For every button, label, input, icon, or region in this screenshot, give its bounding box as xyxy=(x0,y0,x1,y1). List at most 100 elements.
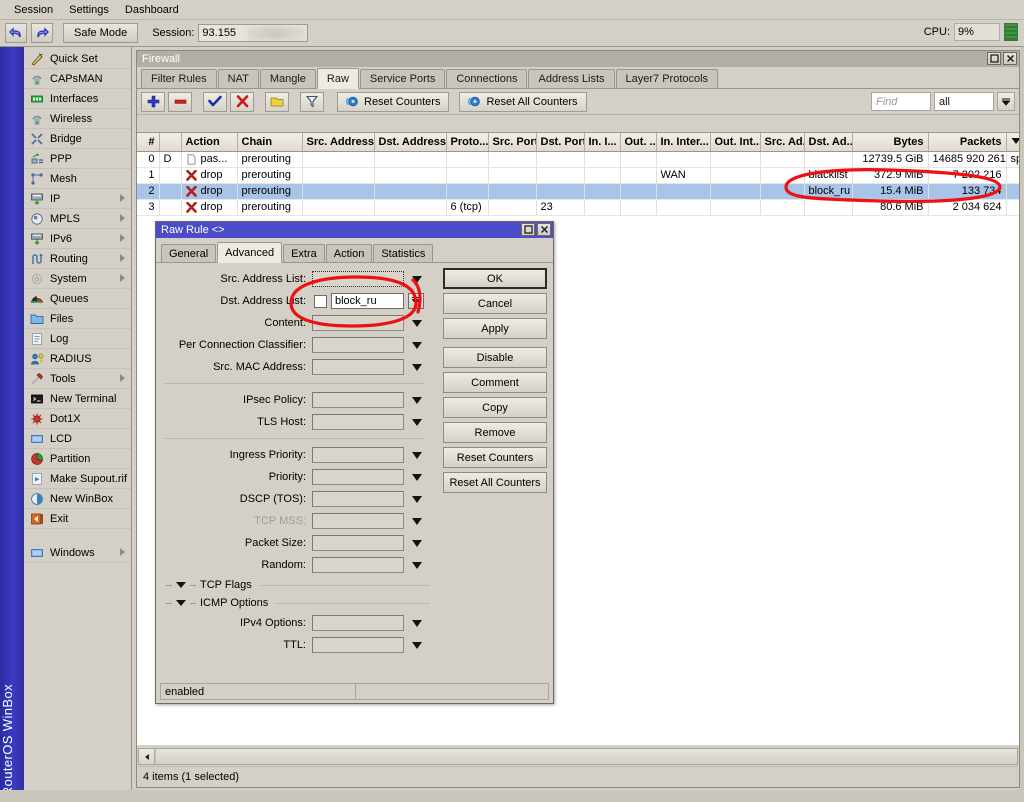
sidebar-item-ppp[interactable]: PPP xyxy=(24,149,131,169)
filter-scope-value[interactable]: all xyxy=(934,92,994,111)
undo-button[interactable] xyxy=(5,23,27,43)
sidebar-item-ipv6[interactable]: IPv6 xyxy=(24,229,131,249)
dropdown-caret-packet-size[interactable] xyxy=(412,539,422,547)
input-per-connection-classifier[interactable] xyxy=(312,337,404,353)
maximize-button[interactable] xyxy=(987,52,1001,65)
column-header-proto[interactable]: Proto... xyxy=(446,133,489,152)
column-header-action[interactable]: Action xyxy=(181,133,238,152)
column-header-src-ad[interactable]: Src. Ad... xyxy=(760,133,805,152)
tab-filter-rules[interactable]: Filter Rules xyxy=(141,69,217,88)
sidebar-item-tools[interactable]: Tools xyxy=(24,369,131,389)
sidebar-item-mesh[interactable]: Mesh xyxy=(24,169,131,189)
dropdown-caret-random[interactable] xyxy=(412,561,422,569)
dropdown-caret-priority[interactable] xyxy=(412,473,422,481)
comment-button[interactable] xyxy=(265,91,289,112)
find-input[interactable]: Find xyxy=(871,92,931,111)
sidebar-item-log[interactable]: Log xyxy=(24,329,131,349)
dropdown-caret-ipsec-policy[interactable] xyxy=(412,396,422,404)
sidebar-item-bridge[interactable]: Bridge xyxy=(24,129,131,149)
input-content[interactable] xyxy=(312,315,404,331)
horizontal-scrollbar[interactable] xyxy=(138,748,1018,765)
input-random[interactable] xyxy=(312,557,404,573)
sidebar-item-wireless[interactable]: Wireless xyxy=(24,109,131,129)
disable-button[interactable]: Disable xyxy=(443,347,547,368)
dropdown-caret-src-mac-address[interactable] xyxy=(412,363,422,371)
tab-raw[interactable]: Raw xyxy=(316,68,359,89)
dropdown-caret-ipv4-options[interactable] xyxy=(412,619,422,627)
input-priority[interactable] xyxy=(312,469,404,485)
dropdown-dst-address-list[interactable] xyxy=(408,293,424,309)
column-options-button[interactable] xyxy=(1006,133,1019,152)
column-header-out[interactable]: Out. ... xyxy=(620,133,657,152)
sidebar-item-capsman[interactable]: CAPsMAN xyxy=(24,69,131,89)
input-dscp-tos[interactable] xyxy=(312,491,404,507)
input-dst-address-list[interactable]: block_ru xyxy=(331,293,404,309)
chevron-down-icon[interactable] xyxy=(176,582,186,588)
close-button[interactable] xyxy=(1003,52,1017,65)
disable-rule-button[interactable] xyxy=(230,91,254,112)
column-header-dst-ad[interactable]: Dst. Ad... xyxy=(804,133,853,152)
copy-button[interactable]: Copy xyxy=(443,397,547,418)
group-icmp-options[interactable]: ICMP Options xyxy=(160,594,430,612)
column-header-out-int[interactable]: Out. Int... xyxy=(710,133,761,152)
input-src-mac-address[interactable] xyxy=(312,359,404,375)
remove-button[interactable]: Remove xyxy=(443,422,547,443)
column-header-dst-port[interactable]: Dst. Port xyxy=(536,133,585,152)
input-tls-host[interactable] xyxy=(312,414,404,430)
sidebar-item-mpls[interactable]: MPLS xyxy=(24,209,131,229)
tab-mangle[interactable]: Mangle xyxy=(259,69,316,88)
column-header-src-address[interactable]: Src. Address xyxy=(302,133,375,152)
ok-button[interactable]: OK xyxy=(443,268,547,289)
filter-button[interactable] xyxy=(300,91,324,112)
sidebar-item-dot1x[interactable]: Dot1X xyxy=(24,409,131,429)
comment-button[interactable]: Comment xyxy=(443,372,547,393)
enable-rule-button[interactable] xyxy=(203,91,227,112)
column-header-chain[interactable]: Chain xyxy=(237,133,303,152)
table-row[interactable]: 2 drop prerouting block_ru 15.4 MiB 133 734 xyxy=(137,183,1019,200)
sidebar-item-queues[interactable]: Queues xyxy=(24,289,131,309)
apply-button[interactable]: Apply xyxy=(443,318,547,339)
column-header-bytes[interactable]: Bytes xyxy=(852,133,929,152)
checkbox-dst-address-list[interactable] xyxy=(314,294,327,308)
reset-all-counters-button[interactable]: Reset All Counters xyxy=(443,472,547,493)
session-address-field[interactable]: 93.155 xyxy=(198,24,309,42)
input-tcp-mss[interactable] xyxy=(312,513,404,529)
menu-settings[interactable]: Settings xyxy=(61,2,117,18)
sidebar-item-radius[interactable]: RADIUS xyxy=(24,349,131,369)
filter-scope-dropdown-button[interactable] xyxy=(997,92,1015,111)
dropdown-caret-per-connection-classifier[interactable] xyxy=(412,341,422,349)
input-ttl[interactable] xyxy=(312,637,404,653)
tab-layer7-protocols[interactable]: Layer7 Protocols xyxy=(615,69,719,88)
reset-counters-button[interactable]: Reset Counters xyxy=(337,91,450,112)
sidebar-item-new-terminal[interactable]: New Terminal xyxy=(24,389,131,409)
column-header-dst-address[interactable]: Dst. Address xyxy=(374,133,447,152)
tab-nat[interactable]: NAT xyxy=(217,69,259,88)
add-rule-button[interactable] xyxy=(141,91,165,112)
sidebar-item-system[interactable]: System xyxy=(24,269,131,289)
sidebar-item-make-supout-rif[interactable]: Make Supout.rif xyxy=(24,469,131,489)
dropdown-caret-src-address-list[interactable] xyxy=(412,275,422,283)
sidebar-item-quick-set[interactable]: Quick Set xyxy=(24,49,131,69)
scroll-left-button[interactable] xyxy=(139,749,155,764)
remove-rule-button[interactable] xyxy=(168,91,192,112)
tab-address-lists[interactable]: Address Lists xyxy=(528,69,615,88)
scroll-thumb[interactable] xyxy=(155,749,1017,764)
dropdown-caret-ingress-priority[interactable] xyxy=(412,451,422,459)
dialog-tab-statistics[interactable]: Statistics xyxy=(373,244,434,262)
tab-connections[interactable]: Connections xyxy=(446,69,528,88)
column-header-blank-1[interactable] xyxy=(159,133,182,152)
input-ipsec-policy[interactable] xyxy=(312,392,404,408)
group-tcp-flags[interactable]: TCP Flags xyxy=(160,576,430,594)
table-row[interactable]: 0 Dpas... prerouting 12739.5 GiB 14685 920 2… xyxy=(137,151,1019,168)
sidebar-item-lcd[interactable]: LCD xyxy=(24,429,131,449)
column-header-packets[interactable]: Packets xyxy=(928,133,1007,152)
reset-all-counters-button[interactable]: Reset All Counters xyxy=(459,91,587,112)
table-row[interactable]: 1 drop prerouting WAN blacklist 372.9 MiB 7 20… xyxy=(137,167,1019,184)
reset-counters-button[interactable]: Reset Counters xyxy=(443,447,547,468)
menu-session[interactable]: Session xyxy=(6,2,61,18)
cancel-button[interactable]: Cancel xyxy=(443,293,547,314)
dialog-maximize-button[interactable] xyxy=(521,223,535,236)
sidebar-item-routing[interactable]: Routing xyxy=(24,249,131,269)
table-row[interactable]: 3 drop prerouting 6 (tcp) 23 80.6 MiB 2 034 62… xyxy=(137,199,1019,216)
dropdown-caret-tcp-mss[interactable] xyxy=(412,517,422,525)
